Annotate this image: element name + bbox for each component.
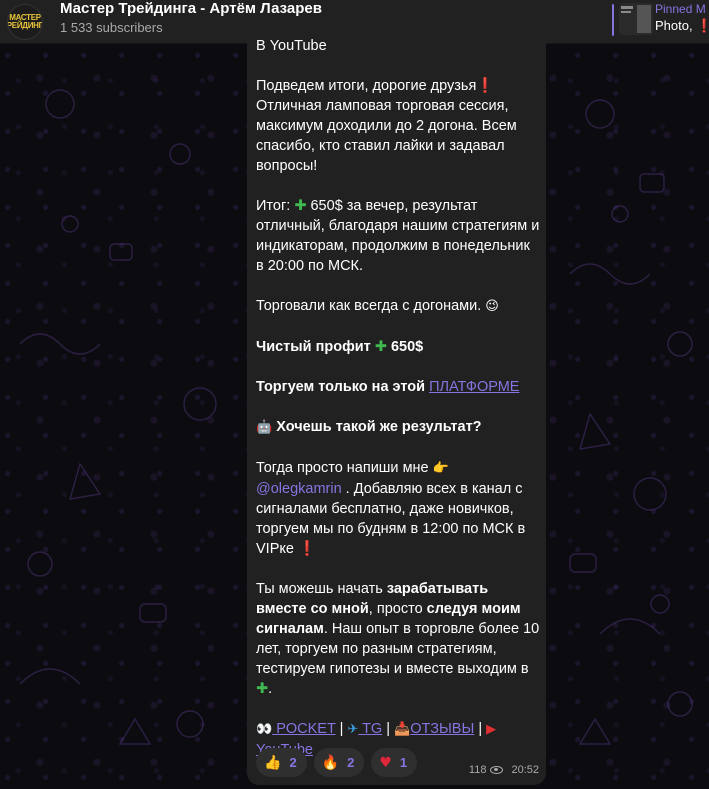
exclamation-icon: ❗ <box>297 541 317 557</box>
message-bubble[interactable]: В YouTube Подведем итоги, дорогие друзья… <box>247 38 546 785</box>
pinned-indicator <box>612 4 614 36</box>
inbox-icon: 📥 <box>394 722 411 737</box>
message-text: В YouTube Подведем итоги, дорогие друзья… <box>256 36 541 760</box>
paragraph-summary: Подведем итоги, дорогие друзья❗ Отличная… <box>256 78 517 174</box>
pointing-hand-icon: 👉 <box>432 461 449 476</box>
paragraph-platform: Торгуем только на этой ПЛАТФОРМЕ <box>256 379 520 395</box>
youtube-icon: ▶ <box>486 722 497 737</box>
channel-title: Мастер Трейдинга - Артём Лазарев <box>60 0 322 17</box>
channel-info[interactable]: Мастер Трейдинга - Артём Лазарев 1 533 s… <box>60 0 322 36</box>
pocket-link[interactable]: POCKET <box>272 721 335 737</box>
avatar-logo-text: МАСТЕР ТРЕЙДИНГА <box>7 13 43 30</box>
subscriber-count: 1 533 subscribers <box>60 20 163 35</box>
paragraph-contact: Тогда просто напиши мне 👉 @olegkamrin . … <box>256 460 526 557</box>
pinned-thumbnail <box>619 3 653 35</box>
reaction-count: 1 <box>399 755 408 770</box>
robot-icon: 🤖 <box>256 420 273 435</box>
channel-avatar[interactable]: МАСТЕР ТРЕЙДИНГА <box>7 4 43 40</box>
exclamation-icon: ❗ <box>476 78 495 94</box>
money-face-icon: 😉 <box>485 299 499 314</box>
platform-link[interactable]: ПЛАТФОРМЕ <box>429 379 519 395</box>
pinned-preview: Photo, ❗ <box>655 18 709 34</box>
tg-link[interactable]: TG <box>358 721 382 737</box>
reaction-count: 2 <box>289 755 297 770</box>
paragraph-catchup: Торговали как всегда с догонами. 😉 <box>256 298 499 314</box>
plus-icon: ✚ <box>256 681 269 697</box>
thumbs-up-icon: 👍 <box>264 754 282 771</box>
pinned-message[interactable]: Pinned M Photo, ❗ <box>608 0 709 44</box>
view-count: 118 <box>468 764 487 776</box>
contact-mention-link[interactable]: @olegkamrin <box>256 481 342 497</box>
paragraph-profit: Чистый профит ✚ 650$ <box>256 339 424 355</box>
plus-icon: ✚ <box>294 198 307 214</box>
pinned-title: Pinned M <box>655 2 706 16</box>
message-time: 20:52 <box>511 764 539 776</box>
youtube-line: В YouTube <box>256 38 327 54</box>
reaction-fire[interactable]: 🔥 2 <box>313 748 365 777</box>
paragraph-result: Итог: ✚ 650$ за вечер, результат отличны… <box>256 198 540 274</box>
reviews-link[interactable]: ОТЗЫВЫ <box>410 721 474 737</box>
paragraph-invite: Ты можешь начать зарабатывать вместе со … <box>256 581 540 697</box>
reactions-bar: 👍 2 🔥 2 ♥ 1 <box>256 748 418 777</box>
heart-icon: ♥ <box>379 754 392 771</box>
plus-icon: ✚ <box>374 339 387 355</box>
reaction-thumbs-up[interactable]: 👍 2 <box>256 748 307 777</box>
eyes-icon: 👀 <box>256 722 273 737</box>
telegram-icon: ✈ <box>347 722 359 737</box>
exclamation-icon: ❗ <box>696 18 709 33</box>
fire-icon: 🔥 <box>321 754 340 771</box>
reaction-count: 2 <box>347 755 355 770</box>
eye-icon <box>490 766 504 774</box>
paragraph-question: 🤖 Хочешь такой же результат? <box>256 419 482 435</box>
reaction-heart[interactable]: ♥ 1 <box>371 748 418 777</box>
message-meta: 118 20:52 <box>469 764 539 776</box>
